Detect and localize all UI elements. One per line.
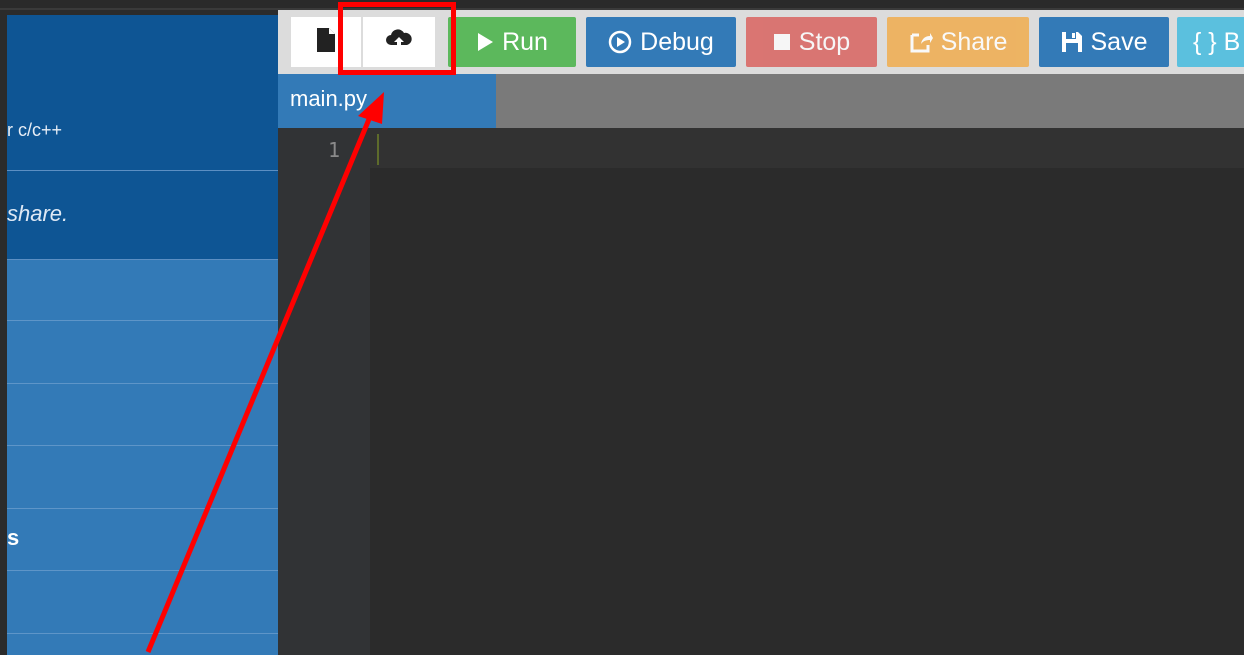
tab-main-py[interactable]: main.py (278, 74, 496, 128)
tab-label: main.py (290, 86, 368, 111)
share-icon (909, 31, 933, 53)
sidebar: r c/c++ share. s (7, 15, 278, 655)
play-icon (476, 32, 494, 52)
gutter-active-line: 1 (278, 128, 370, 168)
save-label: Save (1090, 27, 1148, 56)
file-tab-bar: main.py (278, 74, 1244, 128)
active-line-highlight (278, 128, 1244, 168)
line-number-active: 1 (327, 138, 340, 162)
sidebar-item[interactable] (7, 321, 278, 384)
beautify-button[interactable]: { } B (1177, 17, 1244, 67)
debug-icon (608, 30, 632, 54)
debug-label: Debug (640, 27, 714, 56)
upload-button[interactable] (363, 17, 435, 67)
file-icon (315, 27, 337, 58)
beautify-label: { } B (1193, 27, 1241, 56)
sidebar-subtitle: r c/c++ (7, 120, 63, 140)
editor-toolbar: Run Debug Stop Share Save { } B (278, 10, 1244, 74)
sidebar-header: r c/c++ (7, 15, 278, 171)
sidebar-item[interactable] (7, 571, 278, 634)
run-label: Run (502, 27, 548, 56)
text-cursor (377, 134, 379, 165)
share-button[interactable]: Share (887, 17, 1029, 67)
sidebar-tagline: share. (7, 171, 278, 260)
sidebar-item[interactable]: s (7, 509, 278, 571)
cloud-upload-icon (385, 28, 413, 57)
save-button[interactable]: Save (1039, 17, 1169, 67)
stop-label: Stop (798, 27, 851, 56)
share-label: Share (940, 27, 1008, 56)
debug-button[interactable]: Debug (586, 17, 736, 67)
sidebar-item[interactable] (7, 384, 278, 446)
sidebar-item[interactable] (7, 446, 278, 509)
line-number-gutter: 1 (278, 128, 370, 655)
sidebar-tagline-text: share. (7, 201, 69, 226)
floppy-icon (1061, 31, 1083, 53)
code-editor[interactable] (370, 128, 1244, 655)
run-button[interactable]: Run (448, 17, 576, 67)
sidebar-item[interactable] (7, 260, 278, 321)
sidebar-item-label: s (7, 525, 20, 550)
stop-button[interactable]: Stop (746, 17, 877, 67)
new-file-button[interactable] (291, 17, 361, 67)
stop-icon (773, 33, 791, 51)
